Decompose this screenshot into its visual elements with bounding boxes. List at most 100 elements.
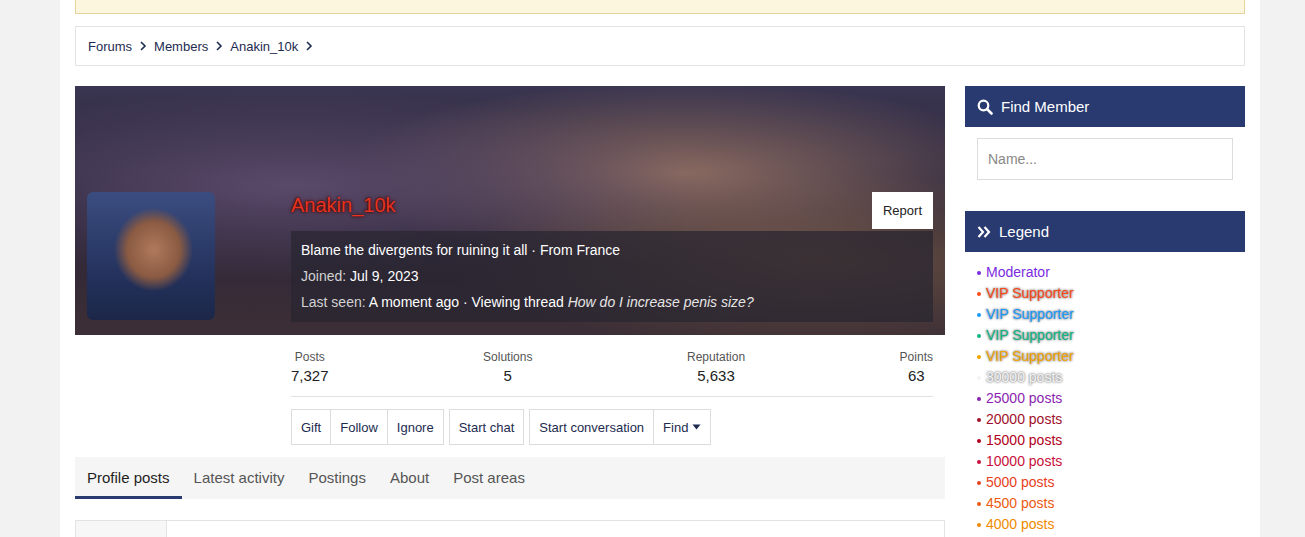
legend-item: 4000 posts bbox=[977, 514, 1233, 535]
button-group: Start conversation Find bbox=[529, 409, 711, 445]
legend-dot bbox=[977, 523, 981, 527]
name-row: Anakin_10k Report bbox=[291, 192, 933, 229]
legend-dot bbox=[977, 292, 981, 296]
legend-label: 25000 posts bbox=[986, 388, 1062, 409]
legend-label: 20000 posts bbox=[986, 409, 1062, 430]
action-button[interactable]: Ignore bbox=[387, 409, 444, 445]
member-name-input[interactable] bbox=[977, 138, 1233, 180]
legend-dot bbox=[977, 334, 981, 338]
layout: Anakin_10k Report Blame the divergents f… bbox=[75, 86, 1245, 537]
chevron-right-icon bbox=[305, 41, 313, 51]
action-bar: Gift Follow Ignore Start chat Start conv… bbox=[291, 409, 933, 445]
legend-dot bbox=[977, 397, 981, 401]
legend-item: 30000 posts bbox=[977, 367, 1233, 388]
find-member-title: Find Member bbox=[1001, 98, 1089, 115]
legend-item: 20000 posts bbox=[977, 409, 1233, 430]
tab[interactable]: Latest activity bbox=[194, 457, 285, 499]
banner-image: Anakin_10k Report Blame the divergents f… bbox=[75, 86, 945, 335]
action-button[interactable]: Start conversation bbox=[529, 409, 654, 445]
stat: Posts 7,327 bbox=[291, 349, 329, 387]
breadcrumb-link[interactable]: Anakin_10k bbox=[230, 39, 298, 54]
legend-dot bbox=[977, 313, 981, 317]
legend-dot bbox=[977, 418, 981, 422]
page: Forums Members Anakin_10k Anakin_10k Rep… bbox=[0, 0, 1305, 537]
profile-tabs: Profile posts Latest activity Postings Abou… bbox=[75, 457, 945, 499]
profile-header: Anakin_10k Report Blame the divergents f… bbox=[291, 192, 933, 322]
stat-value: 5,633 bbox=[687, 365, 745, 387]
legend-label: VIP Supporter bbox=[986, 325, 1074, 346]
legend-list: Moderator VIP Supporter VIP Supporter VI… bbox=[965, 252, 1245, 537]
legend-item: Moderator bbox=[977, 262, 1233, 283]
last-seen: Last seen: A moment ago · Viewing thread… bbox=[301, 289, 923, 315]
legend-label: 15000 posts bbox=[986, 430, 1062, 451]
report-button[interactable]: Report bbox=[872, 192, 933, 229]
action-button[interactable]: Start chat bbox=[449, 409, 525, 445]
legend-label: VIP Supporter bbox=[986, 346, 1074, 367]
posts-avatar-column bbox=[76, 521, 167, 537]
legend-item: 4500 posts bbox=[977, 493, 1233, 514]
tab[interactable]: About bbox=[390, 457, 429, 499]
legend-item: 10000 posts bbox=[977, 451, 1233, 472]
button-group: Gift Follow Ignore bbox=[291, 409, 444, 445]
chevron-right-icon bbox=[215, 41, 223, 51]
action-button[interactable]: Find bbox=[653, 409, 711, 445]
legend-label: VIP Supporter bbox=[986, 283, 1074, 304]
double-chevron-icon bbox=[977, 225, 991, 239]
last-seen-label: Last seen: bbox=[301, 294, 366, 310]
legend-label: 4500 posts bbox=[986, 493, 1055, 514]
legend-label: 4000 posts bbox=[986, 514, 1055, 535]
action-button[interactable]: Gift bbox=[291, 409, 331, 445]
legend-label: 5000 posts bbox=[986, 472, 1055, 493]
find-member-header: Find Member bbox=[965, 86, 1245, 127]
stats-row: Posts 7,327 Solutions 5 Reputation 5,633 Po… bbox=[291, 335, 933, 397]
legend-item: 5000 posts bbox=[977, 472, 1233, 493]
legend-label: 30000 posts bbox=[986, 367, 1062, 388]
legend-item: VIP Supporter bbox=[977, 283, 1233, 304]
profile-details: Posts 7,327 Solutions 5 Reputation 5,633 Po… bbox=[291, 335, 933, 445]
legend-item: 25000 posts bbox=[977, 388, 1233, 409]
stat-value: 63 bbox=[900, 365, 933, 387]
legend-dot bbox=[977, 355, 981, 359]
legend-dot bbox=[977, 481, 981, 485]
thread-link[interactable]: How do I increase penis size? bbox=[568, 294, 754, 310]
action-button[interactable]: Follow bbox=[330, 409, 388, 445]
tab[interactable]: Profile posts bbox=[75, 457, 182, 499]
stat-value: 5 bbox=[483, 365, 532, 387]
joined-date: Jul 9, 2023 bbox=[350, 268, 419, 284]
last-seen-value: A moment ago · Viewing thread bbox=[369, 294, 564, 310]
tagline: Blame the divergents for ruining it all … bbox=[301, 237, 923, 263]
legend-block: Legend Moderator VIP Supporter VIP Suppo… bbox=[965, 211, 1245, 537]
legend-label: Moderator bbox=[986, 262, 1050, 283]
posts-body bbox=[167, 521, 944, 537]
profile-info: Blame the divergents for ruining it all … bbox=[291, 231, 933, 322]
search-icon bbox=[977, 99, 993, 115]
legend-label: 10000 posts bbox=[986, 451, 1062, 472]
chevron-right-icon bbox=[139, 41, 147, 51]
avatar-image[interactable] bbox=[87, 192, 215, 320]
legend-item: 15000 posts bbox=[977, 430, 1233, 451]
button-group: Start chat bbox=[449, 409, 525, 445]
legend-dot bbox=[977, 376, 981, 380]
stat-label: Posts bbox=[291, 349, 329, 365]
breadcrumb: Forums Members Anakin_10k bbox=[75, 26, 1245, 66]
stat-label: Points bbox=[900, 349, 933, 365]
profile-posts-panel bbox=[75, 520, 945, 537]
legend-item: VIP Supporter bbox=[977, 325, 1233, 346]
find-member-block: Find Member bbox=[965, 86, 1245, 191]
breadcrumb-link[interactable]: Members bbox=[154, 39, 208, 54]
breadcrumb-link[interactable]: Forums bbox=[88, 39, 132, 54]
legend-label: VIP Supporter bbox=[986, 304, 1074, 325]
caret-down-icon bbox=[692, 424, 701, 430]
legend-dot bbox=[977, 271, 981, 275]
legend-item: VIP Supporter bbox=[977, 346, 1233, 367]
tab[interactable]: Postings bbox=[308, 457, 366, 499]
legend-title: Legend bbox=[999, 223, 1049, 240]
tab[interactable]: Post areas bbox=[453, 457, 525, 499]
legend-item: VIP Supporter bbox=[977, 304, 1233, 325]
joined-label: Joined: bbox=[301, 268, 346, 284]
find-member-body bbox=[965, 127, 1245, 191]
stat-label: Solutions bbox=[483, 349, 532, 365]
stat-value: 7,327 bbox=[291, 365, 329, 387]
legend-dot bbox=[977, 439, 981, 443]
stat: Reputation 5,633 bbox=[687, 349, 745, 387]
